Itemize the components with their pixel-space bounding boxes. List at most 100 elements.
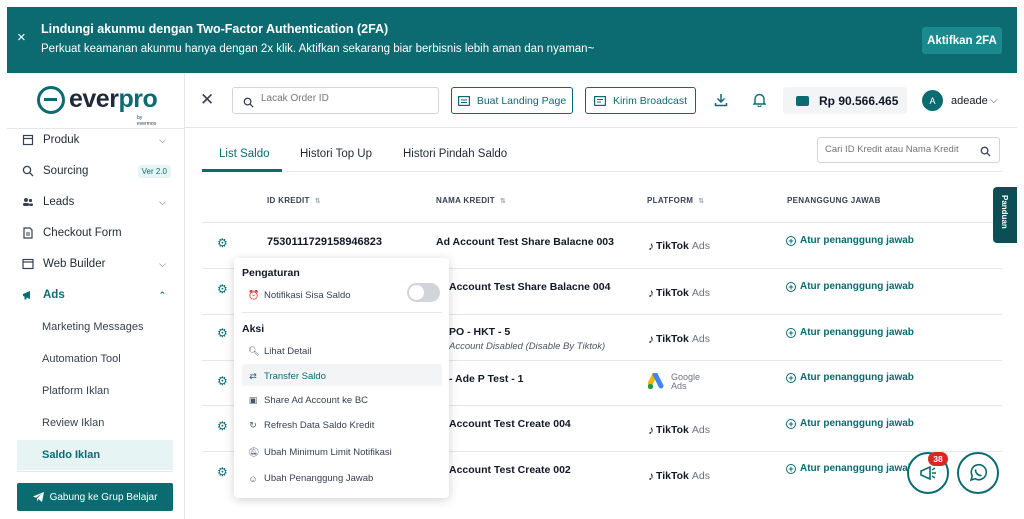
bell-icon[interactable] (752, 93, 767, 112)
search-icon (243, 95, 254, 113)
assign-pic-link[interactable]: + Atur penanggung jawab (786, 281, 914, 292)
create-landing-page-button[interactable]: Buat Landing Page (451, 87, 573, 114)
tiktok-brand: TikTok (656, 240, 689, 252)
assign-pic-label: Atur penanggung jawab (800, 418, 914, 429)
close-icon[interactable]: ✕ (200, 90, 214, 110)
banner-close-icon[interactable]: × (17, 29, 26, 46)
sidebar-subitem-platform-iklan[interactable]: Platform Iklan (42, 385, 109, 397)
whatsapp-button[interactable] (957, 452, 999, 494)
menu-item-share-ad-account[interactable]: ▣ Share Ad Account ke BC (248, 395, 368, 406)
join-button-label: Gabung ke Grup Belajar (49, 491, 158, 503)
sidebar-item-label: Ads (43, 289, 65, 301)
column-header-id-kredit[interactable]: ID KREDIT ⇅ (267, 196, 321, 205)
everpro-logo[interactable]: everpro by evermos (37, 85, 158, 127)
menu-divider (242, 312, 442, 313)
gear-icon[interactable]: ⚙ (217, 374, 228, 388)
top-header: ✕ Buat Landing Page Kirim Broadcast Rp 9… (185, 73, 1017, 128)
gear-icon[interactable]: ⚙ (217, 282, 228, 296)
bell-off-icon: 🔕︎ (248, 447, 260, 457)
sidebar-item-label: Checkout Form (43, 227, 122, 239)
users-icon (22, 196, 34, 208)
tiktok-ads-label: Ads (691, 287, 710, 299)
menu-item-change-pic[interactable]: ☺ Ubah Penanggung Jawab (248, 473, 373, 484)
tab-list-saldo[interactable]: List Saldo (219, 148, 270, 160)
chevron-down-icon[interactable]: ⌵ (990, 95, 998, 106)
sidebar: everpro by evermos Produk ⌵ Sourcing Ver… (7, 73, 185, 519)
google-ads-icon (646, 371, 668, 391)
tab-histori-top-up[interactable]: Histori Top Up (300, 148, 372, 160)
tiktok-brand: TikTok (656, 470, 689, 482)
menu-item-min-limit[interactable]: 🔕︎ Ubah Minimum Limit Notifikasi (248, 447, 392, 458)
menu-item-label: Notifikasi Sisa Saldo (264, 290, 351, 301)
join-learning-group-button[interactable]: Gabung ke Grup Belajar (17, 483, 173, 511)
balance-display[interactable]: Rp 90.566.465 (783, 87, 907, 114)
order-search (232, 87, 439, 114)
guide-tab[interactable]: Panduan (993, 187, 1017, 243)
column-header-platform[interactable]: PLATFORM ⇅ (647, 196, 704, 205)
sidebar-subitem-marketing-messages[interactable]: Marketing Messages (42, 321, 144, 333)
form-icon (22, 227, 34, 239)
sidebar-item-checkout-form[interactable]: Checkout Form (7, 219, 185, 247)
tab-histori-pindah-saldo[interactable]: Histori Pindah Saldo (403, 148, 507, 160)
platform-tiktok: ♪ TikTok Ads (648, 239, 710, 253)
balance-amount: Rp 90.566.465 (819, 93, 899, 108)
cell-nama-kredit: Account Test Create 002 (449, 464, 571, 476)
sidebar-subitem-review-iklan[interactable]: Review Iklan (42, 417, 104, 429)
assign-pic-link[interactable]: + Atur penanggung jawab (786, 372, 914, 383)
sidebar-item-produk[interactable]: Produk ⌵ (7, 126, 185, 154)
assign-pic-link[interactable]: + Atur penanggung jawab (786, 235, 914, 246)
menu-actions-heading: Aksi (242, 323, 265, 335)
download-icon[interactable] (714, 93, 728, 112)
column-header-label: NAMA KREDIT (436, 196, 495, 205)
column-header-label: PLATFORM (647, 196, 694, 205)
send-broadcast-button[interactable]: Kirim Broadcast (585, 87, 696, 114)
sidebar-subitem-automation-tool[interactable]: Automation Tool (42, 353, 121, 365)
gear-icon[interactable]: ⚙ (217, 326, 228, 340)
cell-account-status: Account Disabled (Disable By Tiktok) (449, 341, 606, 352)
tiktok-brand: TikTok (656, 287, 689, 299)
sidebar-subitem-saldo-iklan[interactable]: Saldo Iklan (17, 440, 173, 470)
alarm-icon: ⏰ (248, 290, 260, 300)
sidebar-item-sourcing[interactable]: Sourcing Ver 2.0 (7, 157, 185, 185)
cell-nama-kredit: Account Test Share Balacne 004 (449, 281, 611, 293)
tiktok-icon: ♪ (648, 286, 654, 300)
menu-item-refresh-data[interactable]: ↻ Refresh Data Saldo Kredit (248, 420, 374, 431)
gear-icon[interactable]: ⚙ (217, 236, 228, 250)
version-badge: Ver 2.0 (137, 164, 171, 178)
assign-pic-label: Atur penanggung jawab (800, 281, 914, 292)
sidebar-item-ads[interactable]: Ads ⌃ (7, 281, 185, 309)
tiktok-ads-label: Ads (691, 333, 710, 345)
credit-search (817, 137, 1000, 163)
assign-pic-link[interactable]: + Atur penanggung jawab (786, 327, 914, 338)
sort-icon: ⇅ (314, 198, 321, 205)
assign-pic-link[interactable]: + Atur penanggung jawab (786, 418, 914, 429)
plus-circle-icon: + (786, 281, 796, 292)
send-broadcast-label: Kirim Broadcast (612, 94, 688, 107)
menu-item-transfer-saldo[interactable]: ⇄ Transfer Saldo (248, 371, 326, 382)
username[interactable]: adeade (951, 95, 988, 107)
gear-icon[interactable]: ⚙ (217, 419, 228, 433)
assign-pic-link[interactable]: + Atur penanggung jawab (786, 463, 914, 474)
notification-toggle[interactable] (407, 283, 440, 302)
column-header-nama-kredit[interactable]: NAMA KREDIT ⇅ (436, 196, 506, 205)
sidebar-item-leads[interactable]: Leads ⌵ (7, 188, 185, 216)
plus-circle-icon: + (786, 463, 796, 474)
order-search-input[interactable] (261, 93, 431, 104)
avatar[interactable]: A (922, 90, 943, 111)
credit-search-input[interactable] (825, 144, 975, 155)
logo-text-ever: ever (69, 85, 119, 113)
activate-2fa-button[interactable]: Aktifkan 2FA (922, 27, 1002, 54)
gear-icon[interactable]: ⚙ (217, 465, 228, 479)
megaphone-icon (22, 289, 34, 301)
sidebar-item-web-builder[interactable]: Web Builder ⌵ (7, 250, 185, 278)
menu-item-label: Transfer Saldo (264, 371, 326, 382)
whatsapp-icon (969, 463, 988, 482)
menu-item-lihat-detail[interactable]: 🔍︎ Lihat Detail (248, 346, 312, 357)
search-icon[interactable] (980, 144, 991, 162)
menu-item-label: Ubah Minimum Limit Notifikasi (264, 447, 392, 458)
platform-tiktok: ♪ TikTok Ads (648, 423, 710, 437)
plus-circle-icon: + (786, 418, 796, 429)
banner-description: Perkuat keamanan akunmu hanya dengan 2x … (41, 43, 595, 55)
sidebar-bottom-divider (17, 471, 173, 472)
megaphone-icon (920, 465, 936, 481)
